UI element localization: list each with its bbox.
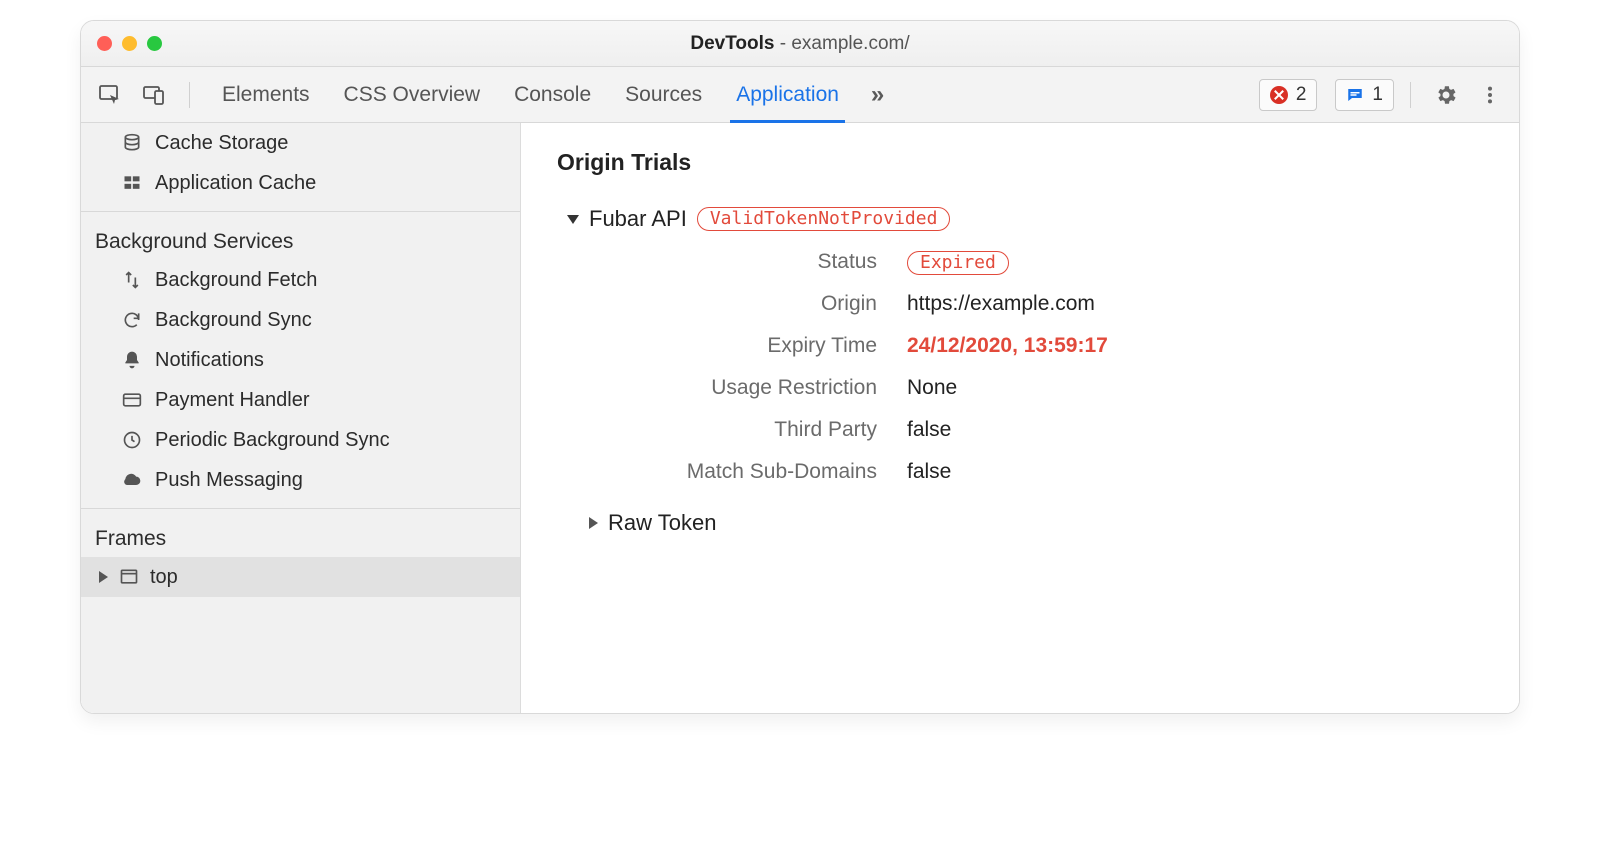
tab-css-overview[interactable]: CSS Overview [344, 67, 481, 122]
label-status: Status [617, 250, 877, 274]
sidebar-label: Cache Storage [155, 132, 288, 155]
tab-console[interactable]: Console [514, 67, 591, 122]
panel-heading: Origin Trials [557, 149, 1483, 176]
sidebar-label: Application Cache [155, 172, 316, 195]
disclosure-triangle-icon [589, 517, 598, 529]
panel-tabs: Elements CSS Overview Console Sources Ap… [222, 67, 839, 122]
toolbar-separator [189, 82, 190, 108]
sidebar-label: Payment Handler [155, 389, 310, 412]
minimize-window-button[interactable] [122, 36, 137, 51]
label-expiry: Expiry Time [617, 334, 877, 358]
tab-sources[interactable]: Sources [625, 67, 702, 122]
sidebar-divider [81, 508, 520, 509]
sidebar-item-notifications[interactable]: Notifications [81, 340, 520, 380]
clock-icon [121, 429, 143, 451]
label-third-party: Third Party [617, 418, 877, 442]
errors-count: 2 [1296, 84, 1307, 106]
error-icon [1270, 86, 1288, 104]
errors-badge[interactable]: 2 [1259, 79, 1318, 111]
title-app: DevTools [690, 33, 774, 54]
trial-details: Status Expired Origin https://example.co… [617, 250, 1483, 484]
sidebar-label: Background Fetch [155, 269, 317, 292]
sidebar-heading-background-services: Background Services [81, 220, 520, 260]
sidebar-label: Push Messaging [155, 469, 303, 492]
toolbar-separator [1410, 82, 1411, 108]
raw-token-label: Raw Token [608, 510, 716, 536]
sidebar-label: Periodic Background Sync [155, 429, 390, 452]
sidebar-item-background-sync[interactable]: Background Sync [81, 300, 520, 340]
frame-name: top [150, 566, 178, 589]
titlebar: DevTools - example.com/ [81, 21, 1519, 67]
sidebar-label: Background Sync [155, 309, 312, 332]
value-origin: https://example.com [907, 292, 1483, 316]
message-icon [1346, 86, 1364, 104]
sidebar-item-cache-storage[interactable]: Cache Storage [81, 123, 520, 163]
tab-label: Sources [625, 83, 702, 107]
tab-label: CSS Overview [344, 83, 481, 107]
panel-body: Cache Storage Application Cache Backgrou… [81, 123, 1519, 713]
close-window-button[interactable] [97, 36, 112, 51]
value-status: Expired [907, 250, 1483, 274]
sidebar-divider [81, 211, 520, 212]
tab-label: Console [514, 83, 591, 107]
sidebar-label: Notifications [155, 349, 264, 372]
inspect-element-icon[interactable] [91, 76, 129, 114]
value-third-party: false [907, 418, 1483, 442]
messages-badge[interactable]: 1 [1335, 79, 1394, 111]
devtools-window: DevTools - example.com/ Elements CSS Ove… [80, 20, 1520, 714]
sidebar-item-payment-handler[interactable]: Payment Handler [81, 380, 520, 420]
sidebar-item-frame-top[interactable]: top [81, 557, 520, 597]
zoom-window-button[interactable] [147, 36, 162, 51]
value-expiry: 24/12/2020, 13:59:17 [907, 334, 1483, 358]
window-icon [118, 566, 140, 588]
sidebar-item-periodic-background-sync[interactable]: Periodic Background Sync [81, 420, 520, 460]
value-usage-restriction: None [907, 376, 1483, 400]
tab-label: Elements [222, 83, 310, 107]
tab-label: Application [736, 83, 839, 107]
label-usage-restriction: Usage Restriction [617, 376, 877, 400]
sync-icon [121, 309, 143, 331]
disclosure-triangle-icon [99, 571, 108, 583]
database-icon [121, 132, 143, 154]
status-pill: Expired [907, 251, 1009, 275]
grid-icon [121, 172, 143, 194]
messages-count: 1 [1372, 84, 1383, 106]
trial-name: Fubar API [589, 206, 687, 232]
window-title: DevTools - example.com/ [81, 33, 1519, 55]
window-controls [97, 36, 162, 51]
label-match-subdomains: Match Sub-Domains [617, 460, 877, 484]
device-toolbar-icon[interactable] [135, 76, 173, 114]
raw-token-row[interactable]: Raw Token [557, 510, 1483, 536]
transfer-icon [121, 269, 143, 291]
tab-application[interactable]: Application [736, 67, 839, 122]
title-path: example.com/ [791, 33, 909, 54]
value-match-subdomains: false [907, 460, 1483, 484]
sidebar-item-push-messaging[interactable]: Push Messaging [81, 460, 520, 500]
settings-icon[interactable] [1427, 76, 1465, 114]
disclosure-triangle-icon [567, 215, 579, 224]
kebab-menu-icon[interactable] [1471, 76, 1509, 114]
trial-summary-row[interactable]: Fubar API ValidTokenNotProvided [557, 206, 1483, 232]
cloud-icon [121, 469, 143, 491]
devtools-toolbar: Elements CSS Overview Console Sources Ap… [81, 67, 1519, 123]
credit-card-icon [121, 389, 143, 411]
bell-icon [121, 349, 143, 371]
sidebar-heading-frames: Frames [81, 517, 520, 557]
sidebar-item-background-fetch[interactable]: Background Fetch [81, 260, 520, 300]
label-origin: Origin [617, 292, 877, 316]
trial-badge: ValidTokenNotProvided [697, 207, 951, 231]
application-sidebar: Cache Storage Application Cache Backgrou… [81, 123, 521, 713]
tab-elements[interactable]: Elements [222, 67, 310, 122]
sidebar-item-application-cache[interactable]: Application Cache [81, 163, 520, 203]
origin-trials-panel: Origin Trials Fubar API ValidTokenNotPro… [521, 123, 1519, 713]
more-tabs-icon[interactable]: » [865, 67, 890, 122]
